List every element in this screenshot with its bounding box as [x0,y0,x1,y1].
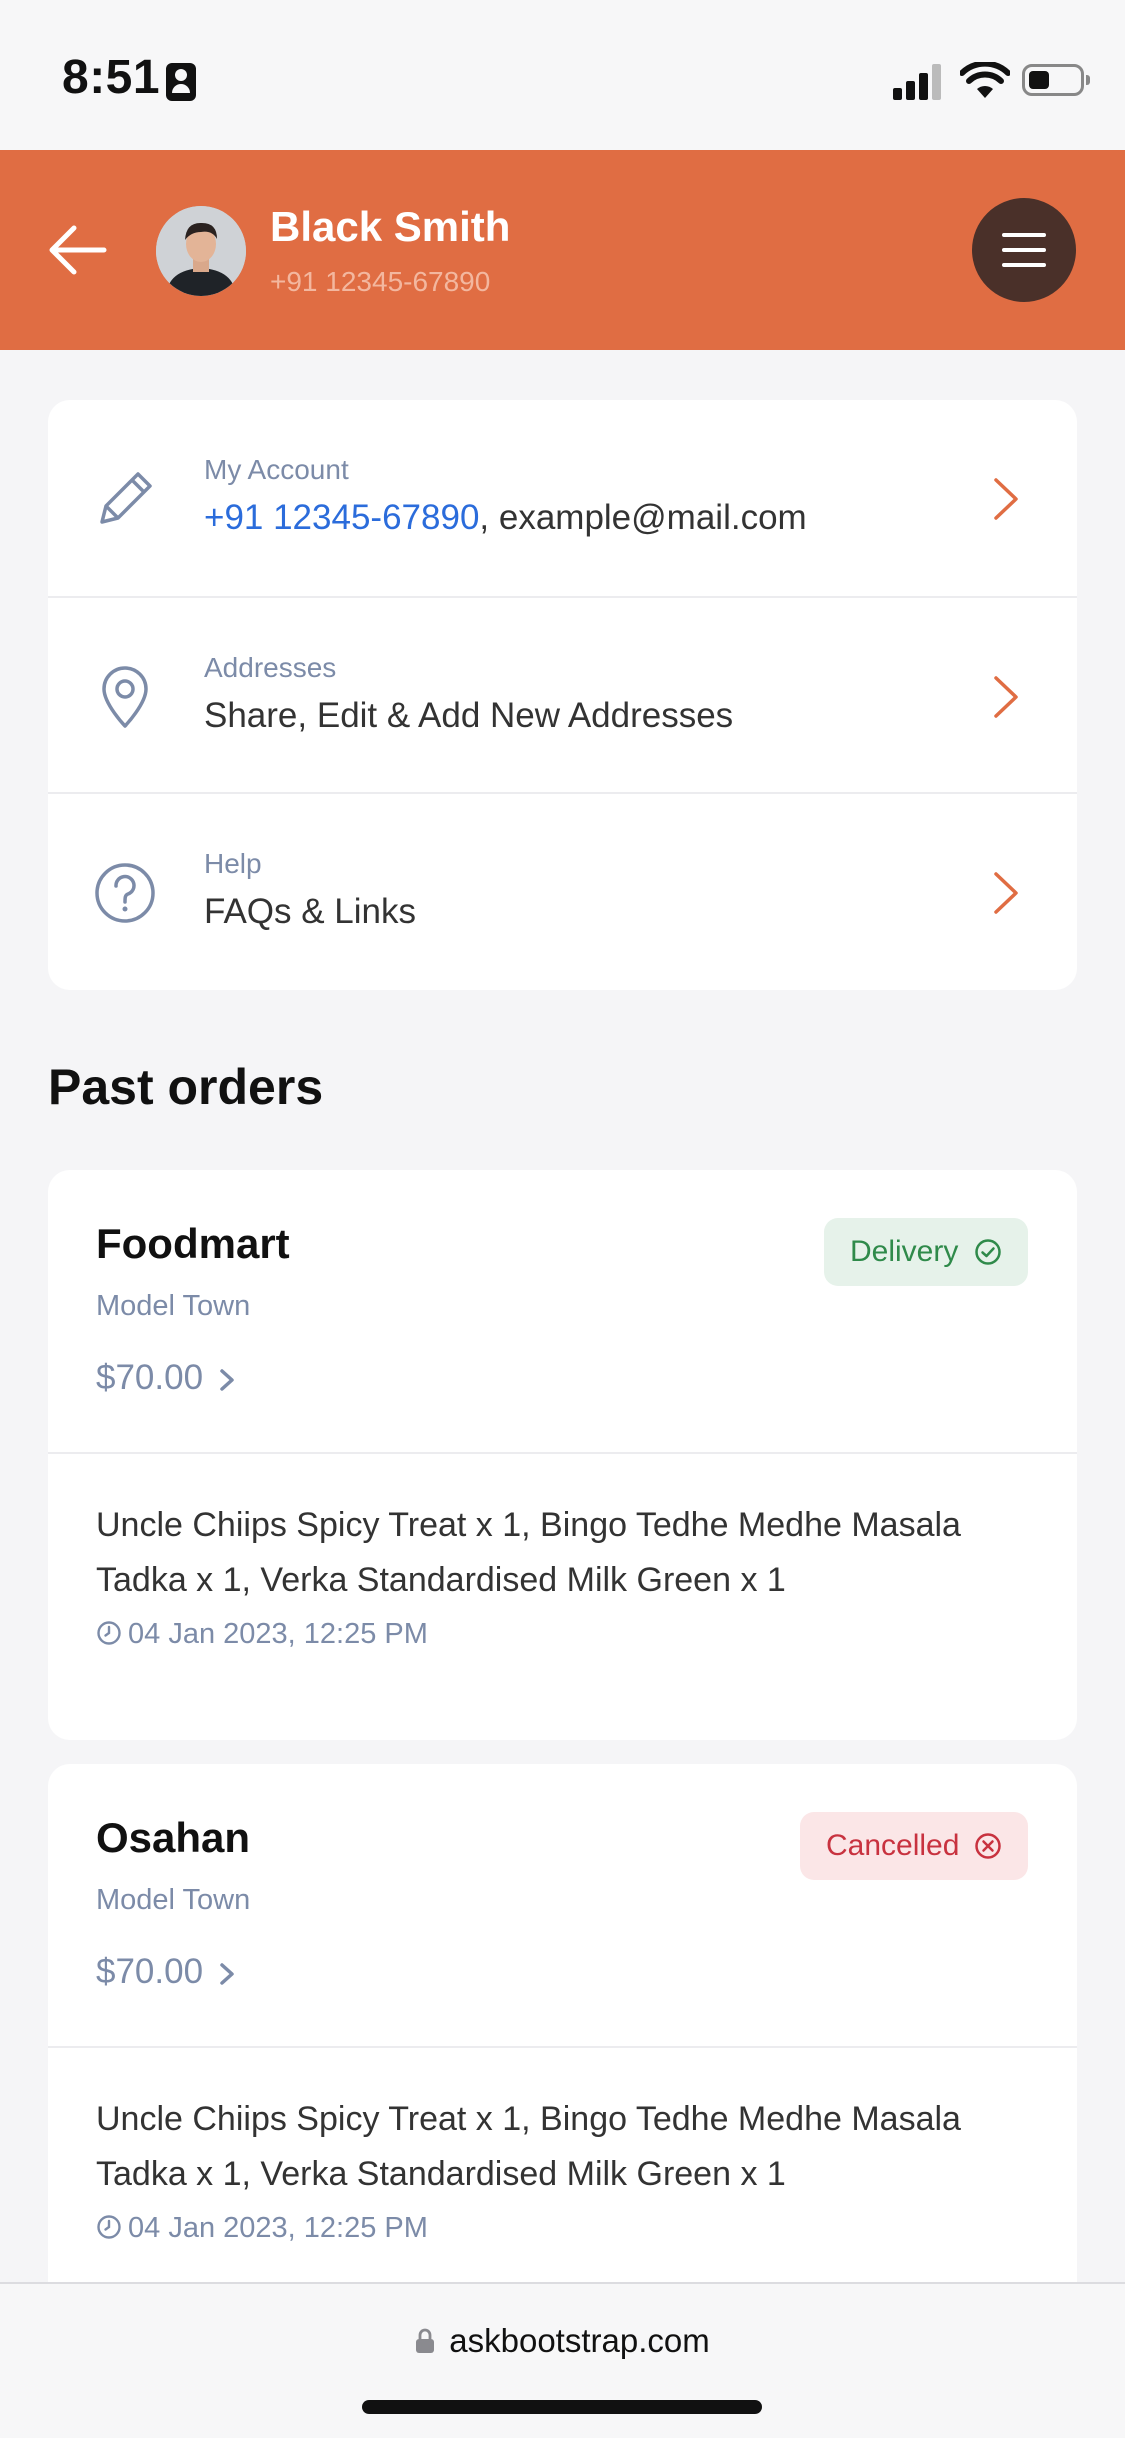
menu-item-label: My Account [204,454,349,485]
hamburger-menu-button[interactable] [972,198,1076,302]
store-location: Model Town [96,1290,251,1322]
order-card[interactable]: Foodmart Model Town $70.00 Delivery Uncl… [48,1170,1077,1740]
user-name: Black Smith [270,203,511,250]
focus-person-icon [166,63,196,101]
browser-address-bar: askbootstrap.com [0,2282,1125,2438]
menu-item-value: FAQs & Links [204,892,417,931]
clock-icon [97,2215,121,2239]
chevron-right-icon [994,478,1018,520]
status-text: Delivery [850,1235,959,1268]
email-text: , example@mail.com [479,498,807,537]
divider [48,1452,1077,1454]
help-circle-icon [95,863,155,923]
status-time: 8:51 [62,51,161,104]
chevron-right-icon [220,1963,234,1985]
menu-item-value: +91 12345-67890, example@mail.com [204,498,807,538]
account-menu-card: My Account +91 12345-67890, example@mail… [48,400,1077,990]
section-title: Past orders [48,1059,324,1115]
order-price: $70.00 [96,1358,204,1397]
order-time-text: 04 Jan 2023, 12:25 PM [128,2212,428,2244]
status-badge: Delivery [824,1218,1028,1286]
url-field[interactable]: askbootstrap.com [0,2322,1125,2360]
status-badge: Cancelled [800,1812,1028,1880]
profile-header: Black Smith +91 12345-67890 [0,150,1125,350]
back-arrow-icon[interactable] [44,220,110,280]
order-price: $70.00 [96,1952,204,1991]
phone-link[interactable]: +91 12345-67890 [204,498,479,537]
status-text: Cancelled [826,1829,960,1862]
status-bar: 8:51 [0,0,1125,150]
battery-icon [1022,64,1090,96]
menu-item-value: Share, Edit & Add New Addresses [204,696,734,735]
store-name: Osahan [96,1814,251,1861]
order-time: 04 Jan 2023, 12:25 PM [96,2212,428,2245]
store-location: Model Town [96,1884,251,1916]
user-phone: +91 12345-67890 [270,266,491,297]
order-items: Uncle Chiips Spicy Treat x 1, Bingo Tedh… [96,1506,961,1599]
avatar [156,206,246,296]
divider [48,2046,1077,2048]
store-name: Foodmart [96,1220,290,1267]
order-time: 04 Jan 2023, 12:25 PM [96,1618,428,1651]
home-indicator[interactable] [362,2400,762,2414]
chevron-right-icon [220,1369,234,1391]
chevron-right-icon [994,676,1018,718]
chevron-right-icon [994,872,1018,914]
order-time-text: 04 Jan 2023, 12:25 PM [128,1618,428,1650]
x-circle-icon [975,1833,1001,1859]
url-text: askbootstrap.com [449,2322,710,2359]
menu-item-addresses[interactable]: Addresses Share, Edit & Add New Addresse… [48,596,1077,794]
location-pin-icon [102,666,148,728]
menu-item-help[interactable]: Help FAQs & Links [48,792,1077,990]
order-price-link[interactable]: $70.00 [96,1952,235,1992]
order-items: Uncle Chiips Spicy Treat x 1, Bingo Tedh… [96,2100,961,2193]
cellular-signal-icon [893,64,945,100]
clock-icon [97,1621,121,1645]
menu-item-my-account[interactable]: My Account +91 12345-67890, example@mail… [48,400,1077,596]
menu-item-label: Addresses [204,652,337,683]
pencil-icon [100,472,152,524]
menu-item-label: Help [204,848,262,879]
wifi-icon [960,62,1010,98]
check-circle-icon [975,1239,1001,1265]
lock-icon [416,2328,435,2353]
order-price-link[interactable]: $70.00 [96,1358,235,1398]
